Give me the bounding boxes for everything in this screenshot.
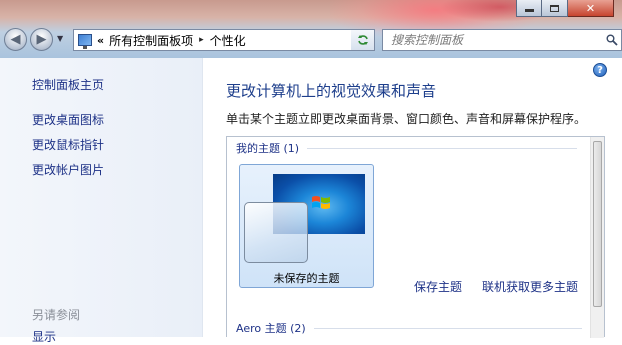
group-label-aero-themes: Aero 主题 (2) — [236, 322, 306, 335]
search-box[interactable] — [382, 29, 622, 51]
get-more-themes-link[interactable]: 联机获取更多主题 — [482, 278, 578, 295]
windows-logo-icon — [312, 196, 330, 209]
group-label-my-themes: 我的主题 (1) — [236, 142, 300, 155]
theme-item-unsaved[interactable]: 未保存的主题 — [239, 164, 374, 288]
minimize-icon — [524, 9, 534, 12]
control-panel-icon — [78, 34, 92, 49]
change-mouse-pointers-link[interactable]: 更改鼠标指针 — [32, 136, 104, 153]
change-desktop-icons-link[interactable]: 更改桌面图标 — [32, 111, 104, 128]
theme-list: 我的主题 (1) 未保存的主题 保存主题 联机获取更多主题 Aero 主题 (2… — [226, 136, 605, 338]
maximize-button[interactable] — [542, 0, 568, 17]
close-icon: ✕ — [585, 1, 596, 15]
help-icon[interactable]: ? — [593, 63, 607, 77]
minimize-button[interactable] — [516, 0, 542, 17]
breadcrumb-personalization[interactable]: 个性化 — [210, 32, 246, 49]
search-icon[interactable] — [603, 31, 621, 49]
group-header-my-themes: 我的主题 (1) — [236, 140, 578, 156]
close-button[interactable]: ✕ — [568, 0, 614, 17]
maximize-icon — [550, 4, 559, 12]
theme-name: 未保存的主题 — [273, 272, 340, 285]
left-nav-pane: 控制面板主页 更改桌面图标 更改鼠标指针 更改帐户图片 另请参阅 显示 — [0, 58, 203, 344]
vertical-scrollbar[interactable] — [590, 137, 604, 338]
back-button[interactable]: ◀ — [4, 28, 27, 51]
refresh-icon — [357, 35, 368, 45]
forward-button[interactable]: ▶ — [30, 28, 53, 51]
group-header-aero-themes: Aero 主题 (2) — [236, 320, 582, 336]
page-description: 单击某个主题立即更改桌面背景、窗口颜色、声音和屏幕保护程序。 — [226, 112, 587, 126]
recent-pages-dropdown[interactable]: ▼ — [57, 34, 63, 43]
scrollbar-thumb[interactable] — [593, 141, 602, 307]
forward-arrow-icon: ▶ — [36, 32, 47, 47]
back-arrow-icon: ◀ — [10, 32, 21, 47]
theme-window-color-preview — [244, 202, 308, 263]
breadcrumb-overflow[interactable]: « — [97, 34, 104, 47]
refresh-button[interactable] — [351, 29, 375, 51]
title-bar: ✕ ◀ ▶ ▼ « 所有控制面板项 ▸ 个性化 ▼ — [0, 0, 622, 58]
breadcrumb-separator-icon[interactable]: ▸ — [199, 35, 204, 45]
window-controls: ✕ — [516, 0, 614, 17]
address-bar[interactable]: « 所有控制面板项 ▸ 个性化 ▼ — [73, 29, 375, 51]
breadcrumb-all-items[interactable]: 所有控制面板项 — [109, 32, 193, 49]
main-content: ? 更改计算机上的视觉效果和声音 单击某个主题立即更改桌面背景、窗口颜色、声音和… — [203, 58, 622, 338]
control-panel-home-link[interactable]: 控制面板主页 — [32, 76, 104, 93]
see-also-heading: 另请参阅 — [32, 308, 81, 322]
group-divider — [313, 327, 582, 329]
group-divider — [307, 147, 578, 149]
page-title: 更改计算机上的视觉效果和声音 — [226, 82, 437, 100]
search-input[interactable] — [383, 31, 603, 49]
change-account-picture-link[interactable]: 更改帐户图片 — [32, 161, 104, 178]
save-theme-link[interactable]: 保存主题 — [414, 278, 462, 295]
